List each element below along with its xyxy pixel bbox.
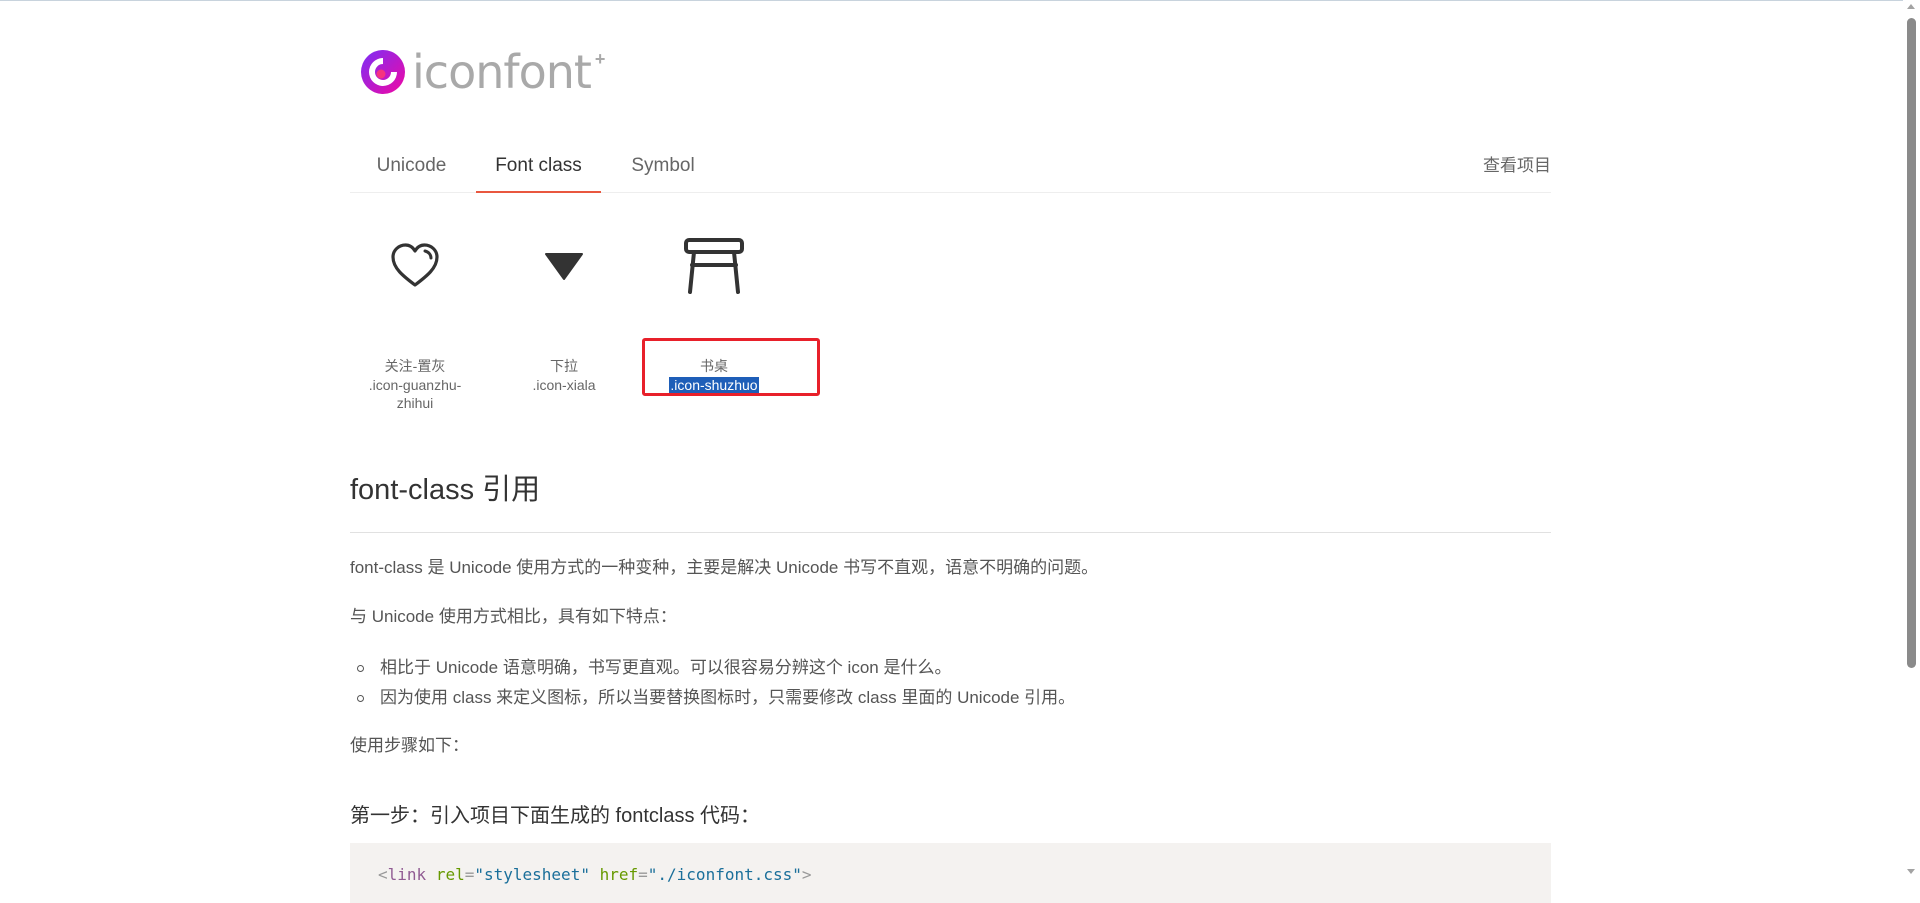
page-content: iconfont + Unicode Font class Symbol 查看项… [350, 0, 1551, 903]
icon-card[interactable]: 关注-置灰 .icon-guanzhu-zhihui [350, 220, 480, 412]
list-item: 相比于 Unicode 语意明确，书写更直观。可以很容易分辨这个 icon 是什… [350, 653, 1075, 683]
scroll-down-arrow-icon[interactable] [1907, 869, 1915, 874]
code-token: link [387, 865, 427, 884]
code-token: = [638, 865, 648, 884]
icon-glyph-container [350, 220, 480, 312]
code-token: "./iconfont.css" [647, 865, 802, 884]
code-token: rel [435, 865, 465, 884]
iconfont-logo-icon [361, 50, 405, 94]
icon-class-code: .icon-xiala [532, 377, 596, 393]
tab-bar: Unicode Font class Symbol 查看项目 [350, 147, 1551, 193]
view-project-link[interactable]: 查看项目 [1483, 147, 1551, 185]
scrollbar-thumb[interactable] [1907, 18, 1916, 668]
code-token: href [599, 865, 639, 884]
icon-class-code: .icon-guanzhu-zhihui [368, 377, 462, 411]
icon-list: 关注-置灰 .icon-guanzhu-zhihui 下拉 .icon-xial… [350, 220, 1551, 420]
step-heading: 第一步：引入项目下面生成的 fontclass 代码： [350, 805, 761, 827]
feature-list: 相比于 Unicode 语意明确，书写更直观。可以很容易分辨这个 icon 是什… [350, 653, 1075, 713]
tab-symbol[interactable]: Symbol [614, 147, 712, 192]
code-token: "stylesheet" [474, 865, 590, 884]
scroll-up-arrow-icon[interactable] [1907, 4, 1915, 9]
code-line: <link rel="stylesheet" href="./iconfont.… [378, 865, 812, 884]
tab-font-class[interactable]: Font class [476, 147, 601, 193]
intro-paragraph: font-class 是 Unicode 使用方式的一种变种，主要是解决 Uni… [350, 558, 1099, 577]
code-token: < [378, 865, 388, 884]
list-item: 因为使用 class 来定义图标，所以当要替换图标时，只需要修改 class 里… [350, 683, 1075, 713]
compare-paragraph: 与 Unicode 使用方式相比，具有如下特点： [350, 607, 677, 626]
icon-card[interactable]: 下拉 .icon-xiala [499, 220, 629, 394]
iconfont-logo[interactable]: iconfont + [360, 47, 605, 97]
section-heading: font-class 引用 [350, 474, 541, 506]
triangle-down-icon [545, 253, 583, 280]
steps-label: 使用步骤如下： [350, 736, 469, 755]
code-token: > [801, 865, 812, 884]
code-token: = [464, 865, 475, 884]
logo-plus: + [594, 49, 606, 69]
code-block: <link rel="stylesheet" href="./iconfont.… [350, 843, 1551, 903]
logo-wordmark: iconfont [412, 45, 592, 99]
red-highlight-box [642, 338, 820, 396]
tab-unicode[interactable]: Unicode [360, 147, 463, 192]
icon-glyph-container [499, 220, 629, 312]
heart-outline-icon [391, 243, 439, 287]
icon-name: 下拉 [550, 358, 578, 374]
divider [350, 532, 1551, 533]
desk-icon [684, 238, 744, 294]
icon-glyph-container [649, 220, 779, 312]
icon-name: 关注-置灰 [384, 358, 446, 374]
